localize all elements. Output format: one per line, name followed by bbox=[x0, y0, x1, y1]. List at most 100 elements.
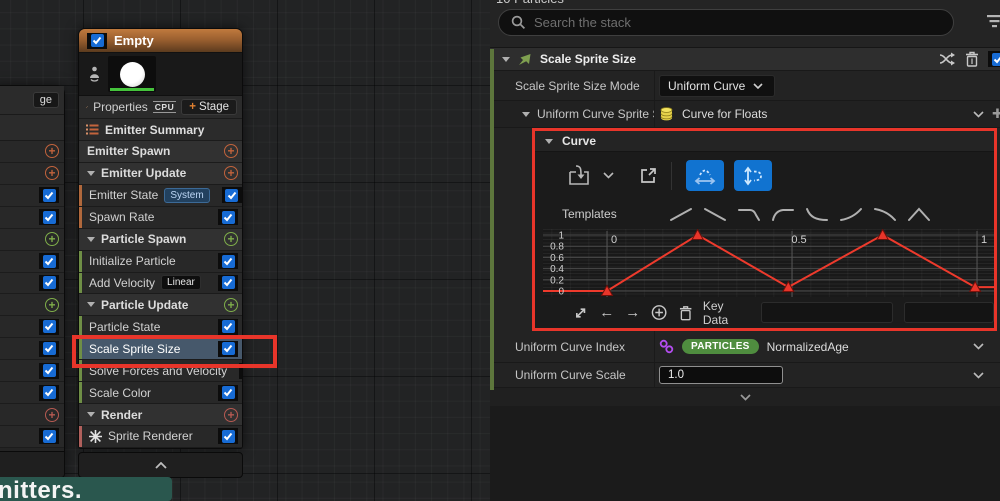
filter-icon[interactable] bbox=[986, 14, 1000, 29]
emitter-properties-row[interactable]: Properties CPU +Stage bbox=[79, 96, 242, 119]
collapse-arrow-icon[interactable] bbox=[87, 171, 95, 176]
section-particle-spawn[interactable]: Particle Spawn+ bbox=[79, 229, 242, 251]
section-emitter-update[interactable]: Emitter Update+ bbox=[79, 163, 242, 185]
partial-node-row[interactable]: + bbox=[0, 141, 64, 163]
partial-node-row[interactable] bbox=[0, 426, 64, 448]
partial-node-row[interactable] bbox=[0, 273, 64, 295]
module-solve-forces-and-velocity[interactable]: Solve Forces and Velocity bbox=[79, 360, 242, 382]
search-input[interactable] bbox=[534, 15, 941, 30]
chevron-down-icon[interactable] bbox=[973, 372, 984, 379]
uniform-curve-scale-input[interactable] bbox=[659, 366, 783, 384]
enabled-checkbox[interactable] bbox=[39, 209, 59, 225]
import-curve-icon[interactable] bbox=[567, 164, 593, 188]
add-module-button[interactable]: + bbox=[45, 232, 59, 246]
enabled-checkbox[interactable] bbox=[39, 319, 59, 335]
emitter-collapse-button[interactable] bbox=[78, 452, 243, 478]
add-module-button[interactable]: + bbox=[224, 232, 238, 246]
partial-node-row[interactable]: + bbox=[0, 294, 64, 316]
enabled-checkbox[interactable] bbox=[222, 187, 242, 203]
prev-key-button[interactable]: ← bbox=[599, 305, 614, 320]
add-module-button[interactable]: + bbox=[45, 166, 59, 180]
collapse-arrow-icon[interactable] bbox=[87, 237, 95, 242]
key-value-input[interactable] bbox=[904, 302, 994, 323]
enabled-checkbox[interactable] bbox=[218, 253, 238, 269]
open-external-icon[interactable] bbox=[640, 167, 657, 184]
emitter-summary-row[interactable]: Emitter Summary bbox=[79, 119, 242, 141]
enabled-checkbox[interactable] bbox=[39, 428, 59, 444]
module-initialize-particle[interactable]: Initialize Particle bbox=[79, 251, 242, 273]
enabled-checkbox[interactable] bbox=[218, 319, 238, 335]
partial-node-row[interactable] bbox=[0, 251, 64, 273]
enabled-checkbox[interactable] bbox=[39, 341, 59, 357]
add-stage-button[interactable]: +Stage bbox=[181, 99, 237, 115]
delete-key-icon[interactable] bbox=[679, 305, 692, 321]
enabled-checkbox[interactable] bbox=[39, 385, 59, 401]
mode-dropdown[interactable]: Uniform Curve bbox=[659, 75, 775, 97]
enabled-checkbox[interactable] bbox=[39, 275, 59, 291]
curve-template-linear-rise-icon[interactable] bbox=[669, 207, 693, 222]
emitter-header[interactable]: Empty bbox=[79, 29, 242, 53]
add-module-button[interactable]: + bbox=[45, 298, 59, 312]
fit-horizontal-button[interactable] bbox=[686, 160, 724, 191]
collapse-arrow-icon[interactable] bbox=[87, 412, 95, 417]
add-module-button[interactable]: + bbox=[224, 144, 238, 158]
key-time-input[interactable] bbox=[761, 302, 893, 323]
add-module-button[interactable]: + bbox=[45, 408, 59, 422]
enabled-checkbox[interactable] bbox=[239, 363, 242, 379]
curve-template-ease-rise-icon[interactable] bbox=[839, 207, 863, 222]
stage-button-fragment[interactable]: ge bbox=[33, 92, 59, 108]
collapse-arrow-icon[interactable] bbox=[502, 57, 510, 62]
partial-node-row[interactable]: + bbox=[0, 229, 64, 251]
expand-graph-icon[interactable] bbox=[573, 305, 588, 321]
enabled-checkbox[interactable] bbox=[218, 275, 238, 291]
fit-vertical-button[interactable] bbox=[734, 160, 772, 191]
curve-template-fast-rise-icon[interactable] bbox=[771, 207, 795, 222]
randomize-icon[interactable] bbox=[939, 51, 956, 67]
enabled-checkbox[interactable] bbox=[39, 363, 59, 379]
enabled-checkbox[interactable] bbox=[39, 187, 59, 203]
partial-node-row[interactable] bbox=[0, 185, 64, 207]
enabled-checkbox[interactable] bbox=[218, 428, 238, 444]
section-particle-update[interactable]: Particle Update+ bbox=[79, 294, 242, 316]
module-scale-sprite-size[interactable]: Scale Sprite Size bbox=[79, 338, 242, 360]
chevron-down-icon[interactable] bbox=[973, 343, 984, 350]
section-emitter-spawn[interactable]: Emitter Spawn+ bbox=[79, 141, 242, 163]
partial-node-row[interactable]: + bbox=[0, 404, 64, 426]
curve-template-peak-icon[interactable] bbox=[907, 207, 931, 222]
chevron-down-icon[interactable] bbox=[973, 111, 984, 118]
emitter-thumbnail[interactable] bbox=[108, 56, 156, 92]
partial-node-row[interactable] bbox=[0, 316, 64, 338]
module-emitter-state[interactable]: Emitter StateSystem bbox=[79, 185, 242, 207]
add-module-button[interactable]: + bbox=[224, 408, 238, 422]
add-module-button[interactable]: + bbox=[224, 166, 238, 180]
enabled-checkbox[interactable] bbox=[218, 385, 238, 401]
clipped-action-icon[interactable]: ✚ bbox=[992, 106, 1000, 122]
partial-node-collapse-button[interactable] bbox=[0, 451, 64, 477]
module-scale-color[interactable]: Scale Color bbox=[79, 382, 242, 404]
chevron-down-icon[interactable] bbox=[603, 172, 614, 179]
add-module-button[interactable]: + bbox=[45, 144, 59, 158]
collapse-arrow-icon[interactable] bbox=[545, 139, 553, 144]
module-enabled-checkbox[interactable] bbox=[988, 51, 1000, 67]
partial-node-row[interactable]: + bbox=[0, 163, 64, 185]
module-header-scale-sprite-size[interactable]: Scale Sprite Size bbox=[490, 48, 1000, 71]
curve-template-ease-fall-icon[interactable] bbox=[873, 207, 897, 222]
section-render[interactable]: Render+ bbox=[79, 404, 242, 426]
next-key-button[interactable]: → bbox=[625, 305, 640, 320]
module-spawn-rate[interactable]: Spawn Rate bbox=[79, 207, 242, 229]
emitter-node-partial[interactable]: ge + + + + + bbox=[0, 85, 65, 478]
curve-template-hold-drop-icon[interactable] bbox=[737, 207, 761, 222]
partial-node-row[interactable] bbox=[0, 382, 64, 404]
curve-section-header[interactable]: Curve bbox=[535, 131, 994, 152]
curve-template-linear-fall-icon[interactable] bbox=[703, 207, 727, 222]
stack-expand-button[interactable] bbox=[490, 388, 1000, 406]
curve-template-decay-icon[interactable] bbox=[805, 207, 829, 222]
emitter-node-empty[interactable]: Empty Properties bbox=[78, 28, 243, 478]
emitter-enabled-checkbox[interactable] bbox=[87, 33, 107, 49]
enabled-checkbox[interactable] bbox=[218, 341, 238, 357]
module-add-velocity[interactable]: Add VelocityLinear bbox=[79, 273, 242, 295]
module-particle-state[interactable]: Particle State bbox=[79, 316, 242, 338]
curve-graph[interactable]: 10.80.60.40.2000.51 bbox=[543, 229, 994, 297]
add-key-icon[interactable] bbox=[651, 304, 667, 321]
enabled-checkbox[interactable] bbox=[218, 209, 238, 225]
